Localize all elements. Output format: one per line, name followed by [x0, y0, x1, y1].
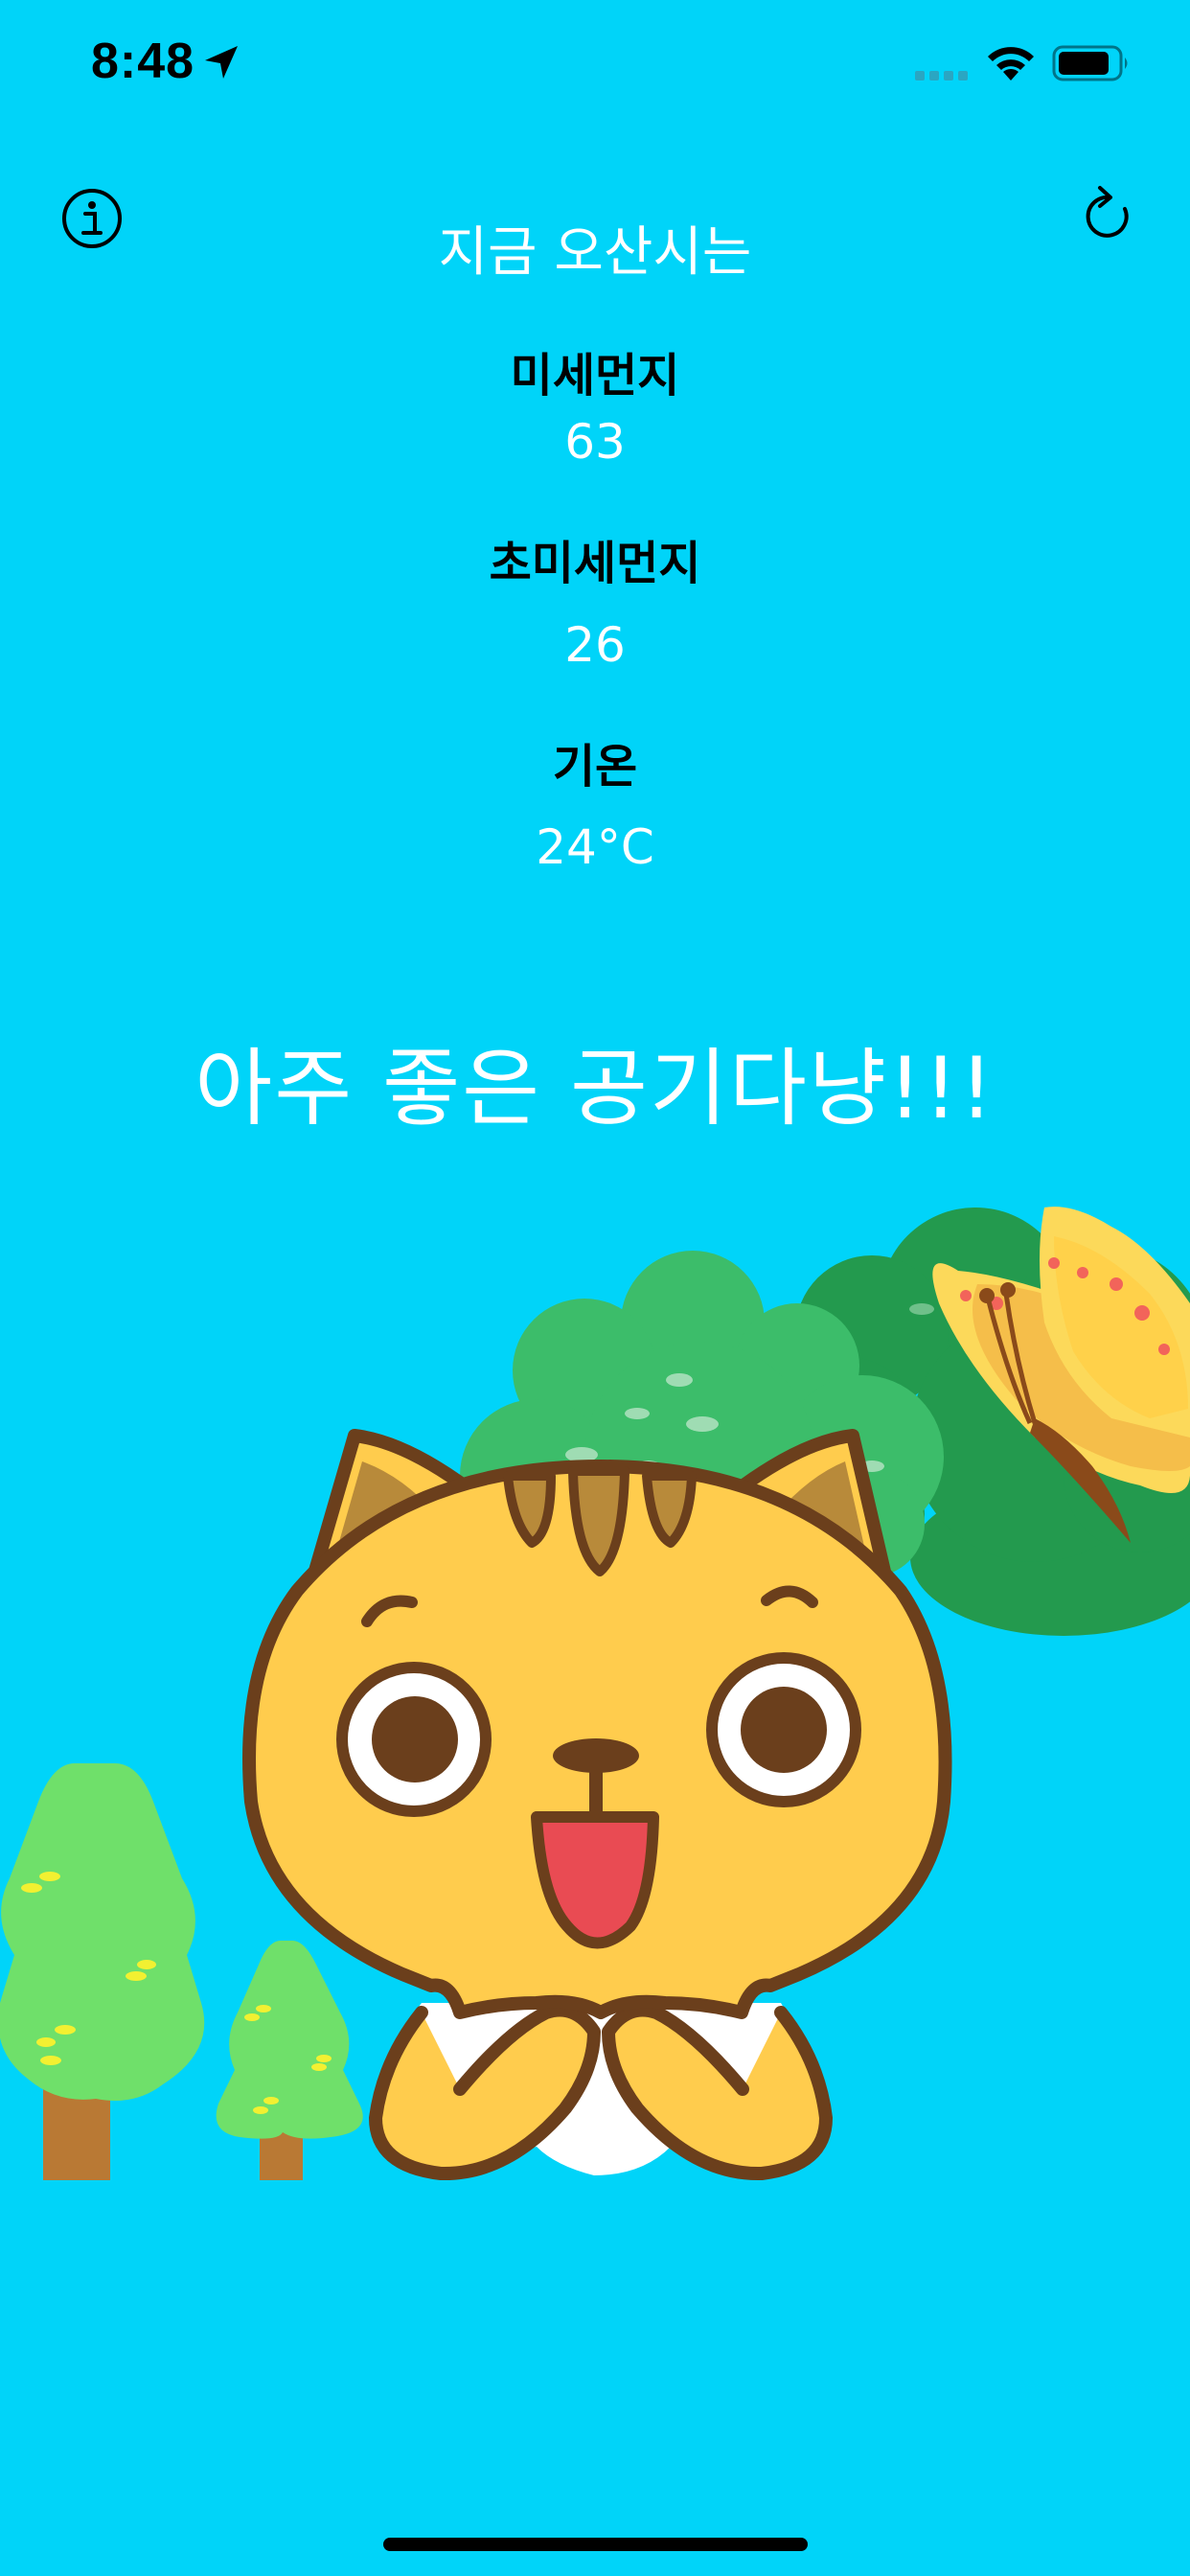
- air-quality-message: 아주 좋은 공기다냥!!!: [195, 1039, 995, 1138]
- cat-illustration: [0, 1207, 1190, 2181]
- pm10-label: 미세먼지: [510, 349, 680, 402]
- home-indicator[interactable]: [383, 2538, 808, 2551]
- status-bar: 8:48: [0, 0, 1190, 129]
- battery-icon: [1052, 45, 1128, 81]
- temperature-label: 기온: [552, 740, 638, 794]
- big-tree: [0, 1763, 205, 2180]
- app-screen: 8:48 지금 오산시는 미세먼지 63 초미세먼지 26 기온 24°C 아주…: [0, 0, 1190, 2576]
- small-tree: [216, 1941, 363, 2180]
- status-time: 8:48: [91, 34, 195, 89]
- pm25-value: 26: [564, 617, 626, 673]
- pm10-value: 63: [564, 414, 626, 470]
- pm25-label: 초미세먼지: [489, 537, 701, 590]
- location-title: 지금 오산시는: [438, 221, 752, 284]
- cellular-signal-icon: [915, 71, 968, 80]
- wifi-icon: [988, 47, 1034, 80]
- cat: [242, 1429, 952, 2181]
- temperature-value: 24°C: [536, 819, 654, 875]
- location-arrow-icon: [205, 46, 238, 79]
